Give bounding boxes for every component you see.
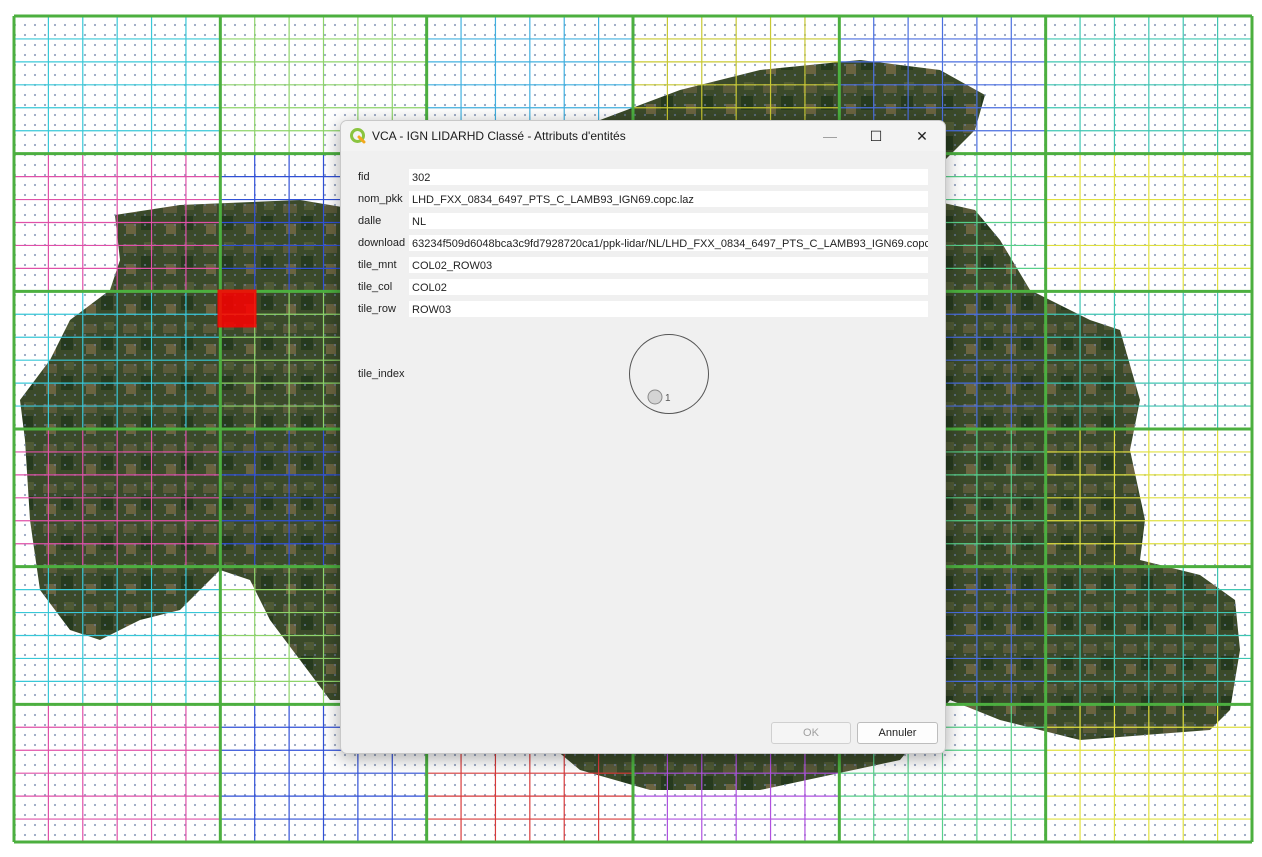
tile-mnt-field[interactable]: COL02_ROW03 bbox=[408, 256, 929, 274]
dialog-title: VCA - IGN LIDARHD Classé - Attributs d'e… bbox=[372, 129, 626, 143]
field-row-tile-row: tile_row ROW03 bbox=[341, 299, 945, 321]
minimize-button[interactable]: — bbox=[807, 121, 853, 151]
close-button[interactable]: ✕ bbox=[899, 121, 945, 151]
selected-tile[interactable] bbox=[217, 289, 257, 328]
field-row-tile-mnt: tile_mnt COL02_ROW03 bbox=[341, 255, 945, 277]
maximize-icon: ☐ bbox=[869, 127, 883, 144]
field-row-fid: fid 302 bbox=[341, 167, 945, 189]
ok-button[interactable]: OK bbox=[771, 722, 851, 744]
field-row-nom-pkk: nom_pkk LHD_FXX_0834_6497_PTS_C_LAMB93_I… bbox=[341, 189, 945, 211]
tile-col-field[interactable]: COL02 bbox=[408, 278, 929, 296]
qgis-icon bbox=[350, 128, 366, 144]
field-label: tile_mnt bbox=[358, 259, 397, 271]
field-label: download bbox=[358, 237, 406, 249]
tile-row-field[interactable]: ROW03 bbox=[408, 300, 929, 318]
cancel-button[interactable]: Annuler bbox=[857, 722, 938, 744]
tile-index-value: 1 bbox=[665, 393, 671, 404]
field-label: nom_pkk bbox=[358, 193, 403, 205]
minimize-icon: — bbox=[823, 128, 837, 144]
field-row-dalle: dalle NL bbox=[341, 211, 945, 233]
field-label: tile_col bbox=[358, 281, 393, 293]
field-row-download: download 63234f509d6048bca3c9fd7928720ca… bbox=[341, 233, 945, 255]
maximize-button[interactable]: ☐ bbox=[853, 121, 899, 151]
field-label: dalle bbox=[358, 215, 382, 227]
fid-field[interactable]: 302 bbox=[408, 168, 929, 186]
field-label: fid bbox=[358, 171, 370, 183]
field-row-tile-col: tile_col COL02 bbox=[341, 277, 945, 299]
close-icon: ✕ bbox=[916, 127, 928, 144]
download-field[interactable]: 63234f509d6048bca3c9fd7928720ca1/ppk-lid… bbox=[408, 234, 929, 252]
tile-index-dial[interactable]: 1 bbox=[627, 332, 711, 416]
dalle-field[interactable]: NL bbox=[408, 212, 929, 230]
dialog-titlebar[interactable]: VCA - IGN LIDARHD Classé - Attributs d'e… bbox=[341, 121, 945, 151]
dial-handle-icon[interactable] bbox=[647, 389, 663, 405]
tile-index-label: tile_index bbox=[358, 368, 405, 380]
nom-pkk-field[interactable]: LHD_FXX_0834_6497_PTS_C_LAMB93_IGN69.cop… bbox=[408, 190, 929, 208]
field-label: tile_row bbox=[358, 303, 396, 315]
feature-attributes-dialog: VCA - IGN LIDARHD Classé - Attributs d'e… bbox=[340, 120, 946, 754]
